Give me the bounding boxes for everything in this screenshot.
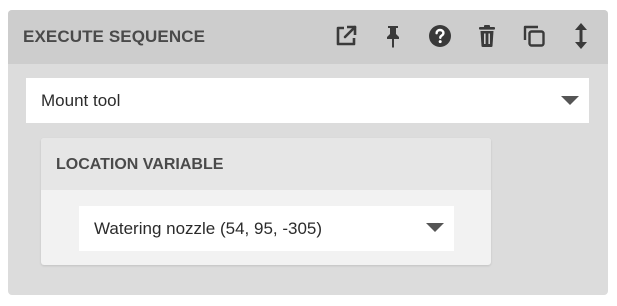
pin-icon[interactable]	[380, 23, 406, 49]
location-select[interactable]: Watering nozzle (54, 95, -305)	[79, 206, 454, 251]
location-variable-panel: LOCATION VARIABLE Watering nozzle (54, 9…	[41, 138, 491, 265]
step-toolbar	[333, 22, 594, 50]
sequence-select[interactable]: Mount tool	[26, 78, 589, 123]
step-header: EXECUTE SEQUENCE	[8, 10, 608, 64]
step-title: EXECUTE SEQUENCE	[23, 27, 206, 46]
vertical-resize-icon[interactable]	[568, 23, 594, 49]
chevron-down-icon	[561, 96, 579, 105]
execute-sequence-step: EXECUTE SEQUENCE Mount tool LOCATION VAR…	[8, 10, 608, 295]
duplicate-icon[interactable]	[521, 23, 547, 49]
chevron-down-icon	[426, 223, 444, 232]
external-link-icon[interactable]	[333, 23, 359, 49]
location-select-value: Watering nozzle (54, 95, -305)	[94, 219, 323, 238]
trash-icon[interactable]	[474, 23, 500, 49]
location-variable-header: LOCATION VARIABLE	[41, 138, 491, 190]
help-icon[interactable]	[427, 23, 453, 49]
location-variable-title: LOCATION VARIABLE	[56, 156, 224, 173]
sequence-select-value: Mount tool	[41, 91, 121, 110]
